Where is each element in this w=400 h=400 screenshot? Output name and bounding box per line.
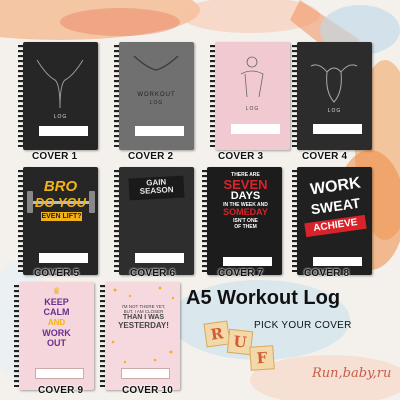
cover-8[interactable]: WORK SWEAT ACHIEVE (292, 167, 372, 275)
cover-10-text-line4: YESTERDAY! (118, 321, 169, 330)
cover-5-text-line2: DO YOU (34, 195, 87, 210)
letter-tile: R (203, 320, 231, 348)
cover-8-text-line3: ACHIEVE (304, 214, 367, 238)
cover-7-text-line5: SOMEDAY (223, 207, 268, 217)
cover-4[interactable]: LOG (292, 42, 372, 150)
cover-9-text-line1: KEEP (44, 297, 69, 307)
name-field (313, 124, 362, 134)
cover-8-face: WORK SWEAT ACHIEVE (297, 167, 372, 275)
name-field (39, 126, 88, 136)
run-baby-run-text: Run,baby,ru (312, 366, 392, 381)
cover-2-label: COVER 2 (128, 151, 174, 162)
cover-6-banner: GAIN SEASON (128, 175, 185, 201)
crown-icon: ♛ (52, 286, 61, 296)
female-silhouette-icon (240, 56, 264, 98)
cover-9-text-line5: OUT (47, 338, 66, 348)
cover-1-text: LOG (53, 114, 68, 120)
cover-10-face: I'M NOT THERE YET, BUT, I AM CLOSER THAN… (105, 282, 180, 390)
name-field (313, 257, 362, 266)
cover-5-text-line1: BRO (43, 178, 78, 195)
cover-2-face: WORKOUT LOG (119, 42, 194, 150)
name-field (35, 368, 84, 379)
cover-4-face: LOG (297, 42, 372, 150)
cover-10-label: COVER 10 (122, 385, 174, 396)
muscle-silhouette-icon (133, 55, 179, 71)
cover-8-label: COVER 8 (304, 268, 350, 279)
cover-10-quote: I'M NOT THERE YET, BUT, I AM CLOSER THAN… (111, 304, 176, 330)
product-title: A5 Workout Log (186, 287, 341, 309)
cover-6-label: COVER 6 (130, 268, 176, 279)
cover-9-text-line4: WORK (42, 328, 71, 338)
cover-3-label: COVER 3 (218, 151, 264, 162)
cover-3-text: LOG (245, 106, 260, 112)
muscle-silhouette-icon (310, 64, 358, 103)
cover-9[interactable]: ♛ KEEP CALM AND WORK OUT (14, 282, 94, 390)
cover-7-label: COVER 7 (218, 268, 264, 279)
name-field (223, 257, 272, 266)
cover-2[interactable]: WORKOUT LOG (114, 42, 194, 150)
cover-6-face: GAIN SEASON (119, 167, 194, 275)
name-field (121, 368, 170, 379)
cover-2-text-line1: WORKOUT (137, 92, 176, 98)
cover-7-text-line3: DAYS (230, 190, 261, 202)
cover-7-face: THERE ARE SEVEN DAYS IN THE WEEK AND SOM… (207, 167, 282, 275)
cover-5-face: BRO DO YOU EVEN LIFT? (23, 167, 98, 275)
name-field (135, 126, 184, 136)
name-field (39, 253, 88, 263)
cover-3-face: LOG (215, 42, 290, 150)
cover-9-text-line3: AND (47, 318, 66, 327)
cover-6-text-line2: SEASON (139, 185, 174, 196)
cover-4-label: COVER 4 (302, 151, 348, 162)
cover-5[interactable]: BRO DO YOU EVEN LIFT? (18, 167, 98, 275)
cover-10-text-line3: THAN I WAS (122, 314, 165, 321)
letter-tile: F (249, 345, 275, 371)
muscle-silhouette-icon (36, 59, 84, 109)
name-field (231, 124, 280, 134)
cover-3[interactable]: LOG (210, 42, 290, 150)
cover-6[interactable]: GAIN SEASON (114, 167, 194, 275)
cover-1-label: COVER 1 (32, 151, 78, 162)
cover-1[interactable]: LOG (18, 42, 98, 150)
cover-10[interactable]: I'M NOT THERE YET, BUT, I AM CLOSER THAN… (100, 282, 180, 390)
cover-9-label: COVER 9 (38, 385, 84, 396)
cover-4-text: LOG (327, 108, 342, 114)
cover-7[interactable]: THERE ARE SEVEN DAYS IN THE WEEK AND SOM… (202, 167, 282, 275)
cover-5-label: COVER 5 (34, 268, 80, 279)
cover-7-quote: THERE ARE SEVEN DAYS IN THE WEEK AND SOM… (213, 172, 278, 230)
cover-9-text-line2: CALM (43, 307, 70, 317)
pick-your-cover-label: PICK YOUR COVER (254, 320, 352, 331)
name-field (135, 253, 184, 263)
cover-7-text-line7: OF THEM (234, 223, 257, 230)
cover-2-text-line2: LOG (149, 100, 164, 106)
cover-1-face: LOG (23, 42, 98, 150)
cover-5-text-line3: EVEN LIFT? (41, 212, 82, 221)
cover-9-face: ♛ KEEP CALM AND WORK OUT (19, 282, 94, 390)
